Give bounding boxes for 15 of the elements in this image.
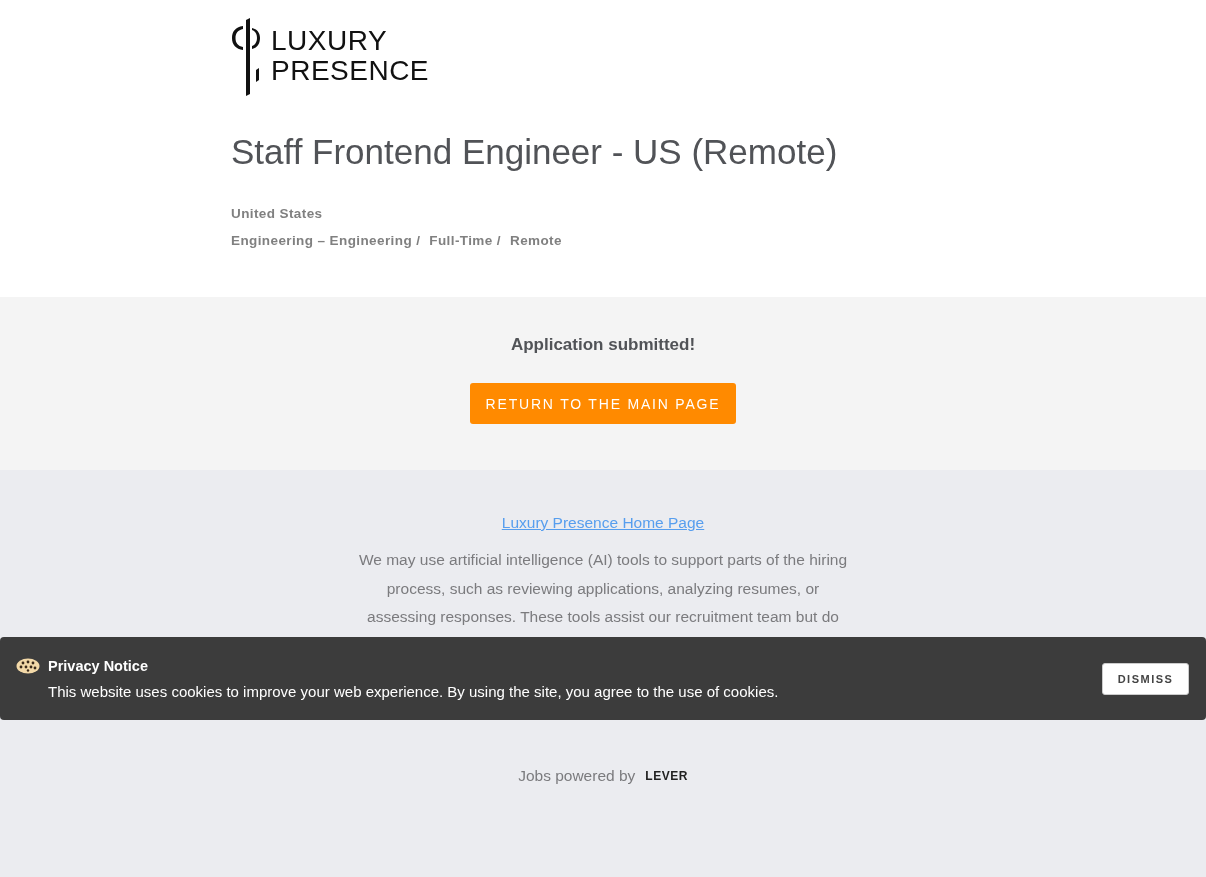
cookie-message: This website uses cookies to improve your web experience. By using the site, you agree to the use of cookies. (48, 682, 779, 700)
logo-mark-icon (231, 18, 261, 96)
logo-wordmark: LUXURY PRESENCE (271, 26, 430, 86)
lever-logo[interactable]: LEVER (645, 769, 688, 783)
confirmation-message: Application submitted! (510, 335, 696, 355)
privacy-notice-title: Privacy Notice (48, 657, 148, 674)
cookie-icon (16, 657, 40, 674)
dismiss-button[interactable]: DISMISS (1102, 662, 1189, 695)
job-category: Remote (510, 233, 562, 248)
job-title: Staff Frontend Engineer - US (Remote) (231, 132, 839, 172)
job-category: Engineering – Engineering / (231, 233, 421, 248)
ai-notice-text: We may use artificial intelligence (AI) tools to support parts of the hiring process, such as reviewing applications, analyzing resumes, or assessing responses. These tools assist our recruitment team but do (358, 550, 848, 627)
powered-by-text: Jobs powered by (518, 767, 636, 785)
job-location: United States (231, 206, 324, 221)
job-category: Full-Time / (429, 233, 501, 248)
